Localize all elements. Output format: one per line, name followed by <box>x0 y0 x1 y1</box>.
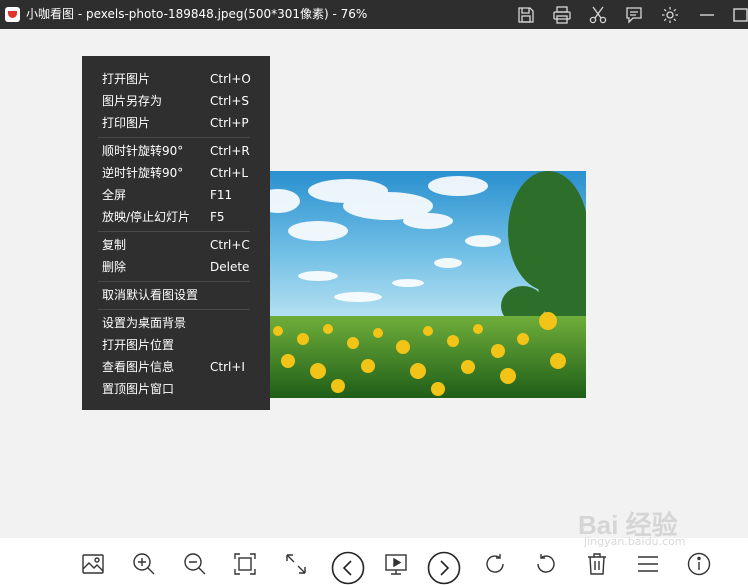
context-menu: 打开图片 Ctrl+O 图片另存为 Ctrl+S 打印图片 Ctrl+P 顺时针… <box>82 56 270 410</box>
app-logo-icon <box>5 7 20 22</box>
watermark-url: jingyan.baidu.com <box>584 535 686 548</box>
menu-item-label: 设置为桌面背景 <box>102 316 187 330</box>
menu-item-open-image[interactable]: 打开图片 Ctrl+O <box>82 68 270 90</box>
menu-item-shortcut: Ctrl+R <box>210 144 250 158</box>
zoom-in-icon[interactable] <box>132 552 156 576</box>
menu-item-shortcut: Ctrl+O <box>210 72 251 86</box>
menu-item-shortcut: Ctrl+P <box>210 116 249 130</box>
menu-separator <box>98 137 250 138</box>
menu-item-label: 删除 <box>102 260 127 274</box>
menu-item-label: 查看图片信息 <box>102 360 175 374</box>
menu-item-shortcut: Delete <box>210 260 250 274</box>
menu-item-save-as[interactable]: 图片另存为 Ctrl+S <box>82 90 270 112</box>
slideshow-icon[interactable] <box>384 552 408 576</box>
rotate-clockwise-icon[interactable] <box>483 552 507 576</box>
menu-item-shortcut: F5 <box>210 210 225 224</box>
menu-item-pin-window[interactable]: 置顶图片窗口 <box>82 378 270 400</box>
menu-item-label: 打印图片 <box>102 116 151 130</box>
previous-icon[interactable] <box>331 551 365 585</box>
menu-item-set-wallpaper[interactable]: 设置为桌面背景 <box>82 312 270 334</box>
menu-item-rotate-clockwise[interactable]: 顺时针旋转90° Ctrl+R <box>82 140 270 162</box>
next-icon[interactable] <box>427 551 461 585</box>
menu-item-label: 打开图片位置 <box>102 338 175 352</box>
menu-item-fullscreen[interactable]: 全屏 F11 <box>82 184 270 206</box>
menu-item-shortcut: Ctrl+C <box>210 238 250 252</box>
menu-item-image-info[interactable]: 查看图片信息 Ctrl+I <box>82 356 270 378</box>
menu-item-delete[interactable]: 删除 Delete <box>82 256 270 278</box>
photo-view[interactable] <box>258 171 586 398</box>
menu-item-label: 复制 <box>102 238 127 252</box>
menu-item-rotate-counterclockwise[interactable]: 逆时针旋转90° Ctrl+L <box>82 162 270 184</box>
menu-item-label: 取消默认看图设置 <box>102 288 199 302</box>
menu-item-cancel-default-viewer[interactable]: 取消默认看图设置 <box>82 284 270 306</box>
menu-separator <box>98 281 250 282</box>
menu-item-label: 放映/停止幻灯片 <box>102 210 191 224</box>
comment-icon[interactable] <box>624 5 644 25</box>
delete-icon[interactable] <box>585 552 609 576</box>
menu-separator <box>98 231 250 232</box>
menu-item-print[interactable]: 打印图片 Ctrl+P <box>82 112 270 134</box>
menu-item-label: 全屏 <box>102 188 127 202</box>
window-title: 小咖看图 - pexels-photo-189848.jpeg(500*301像… <box>26 7 368 21</box>
minimize-icon[interactable] <box>697 5 717 25</box>
menu-item-shortcut: F11 <box>210 188 233 202</box>
maximize-icon[interactable] <box>730 5 748 25</box>
info-icon[interactable] <box>687 552 711 576</box>
menu-item-label: 置顶图片窗口 <box>102 382 175 396</box>
menu-item-shortcut: Ctrl+S <box>210 94 250 108</box>
menu-item-label: 顺时针旋转90° <box>102 144 184 158</box>
title-bar: 小咖看图 - pexels-photo-189848.jpeg(500*301像… <box>0 0 748 29</box>
menu-icon[interactable] <box>636 552 660 576</box>
menu-item-open-location[interactable]: 打开图片位置 <box>82 334 270 356</box>
zoom-out-icon[interactable] <box>183 552 207 576</box>
menu-item-shortcut: Ctrl+L <box>210 166 249 180</box>
rotate-counterclockwise-icon[interactable] <box>534 552 558 576</box>
menu-item-label: 打开图片 <box>102 72 151 86</box>
image-icon[interactable] <box>81 552 105 576</box>
settings-icon[interactable] <box>660 5 680 25</box>
print-icon[interactable] <box>552 5 572 25</box>
menu-item-label: 图片另存为 <box>102 94 163 108</box>
cut-icon[interactable] <box>588 5 608 25</box>
full-size-icon[interactable] <box>284 552 308 576</box>
menu-item-slideshow[interactable]: 放映/停止幻灯片 F5 <box>82 206 270 228</box>
fit-window-icon[interactable] <box>233 552 257 576</box>
menu-item-label: 逆时针旋转90° <box>102 166 184 180</box>
save-icon[interactable] <box>516 5 536 25</box>
watermark: Bai 经验 jingyan.baidu.com <box>578 505 718 549</box>
menu-separator <box>98 309 250 310</box>
menu-item-copy[interactable]: 复制 Ctrl+C <box>82 234 270 256</box>
menu-item-shortcut: Ctrl+I <box>210 360 245 374</box>
